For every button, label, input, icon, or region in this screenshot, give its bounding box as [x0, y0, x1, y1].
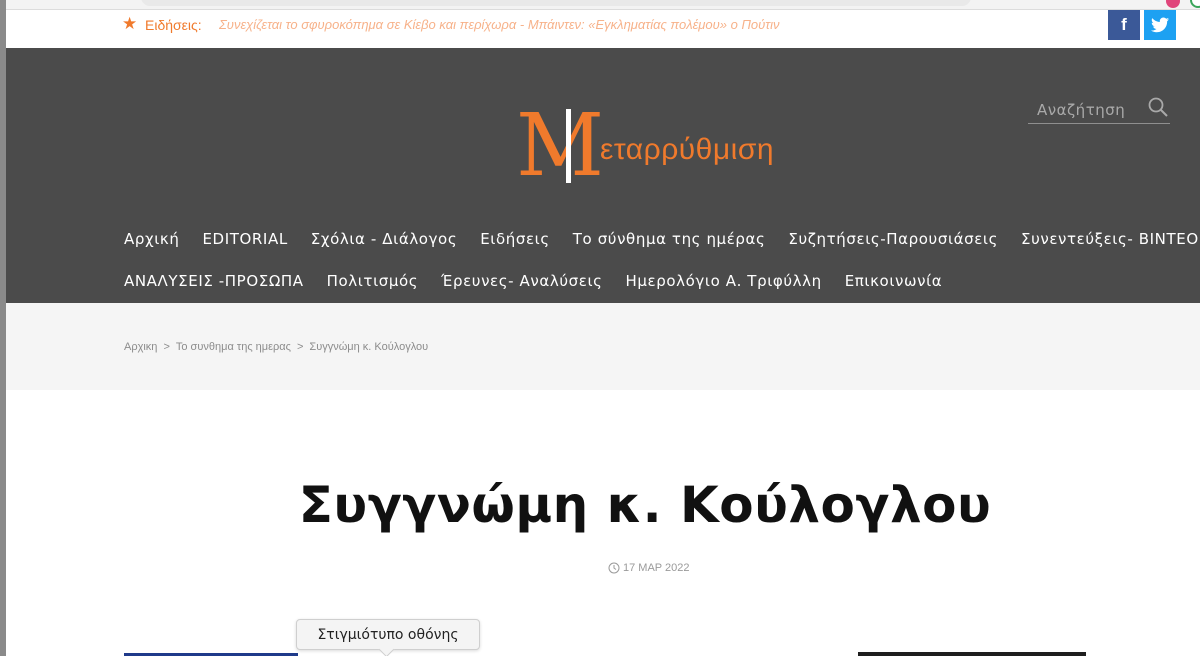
nav-item-culture[interactable]: Πολιτισμός — [327, 272, 419, 290]
search-icon[interactable] — [1148, 97, 1168, 117]
extension-icon[interactable] — [1190, 0, 1200, 8]
breadcrumb-current: Συγγνώμη κ. Κούλογλου — [309, 341, 429, 353]
search-box[interactable]: Αναζήτηση — [1028, 94, 1170, 124]
nav-item-diary[interactable]: Ημερολόγιο Α. Τριφύλλη — [626, 272, 822, 290]
profile-avatar-icon[interactable] — [1166, 0, 1180, 8]
nav-item-comments[interactable]: Σχόλια - Διάλογος — [311, 230, 457, 248]
nav-row-2: ΑΝΑΛΥΣΕΙΣ -ΠΡΟΣΩΠΑ Πολιτισμός Έρευνες- Α… — [124, 260, 1184, 302]
nav-item-editorial[interactable]: EDITORIAL — [202, 230, 287, 248]
nav-row-1: Αρχική EDITORIAL Σχόλια - Διάλογος Ειδήσ… — [124, 218, 1198, 260]
breadcrumb-home[interactable]: Αρχικη — [124, 341, 157, 353]
nav-item-interviews[interactable]: Συνεντεύξεις- ΒΙΝΤΕΟ — [1021, 230, 1199, 248]
breadcrumb-separator: > — [296, 341, 304, 353]
logo-word: εταρρύθμιση — [600, 133, 775, 166]
site-logo[interactable]: M εταρρύθμιση — [516, 103, 786, 193]
nav-item-news[interactable]: Ειδήσεις — [480, 230, 550, 248]
content-block-edge-right — [858, 652, 1086, 656]
breadcrumb: Αρχικη > Το συνθημα της ημερας > Συγγνώμη κ.… — [6, 303, 1200, 390]
article-date-text: 17 ΜΑΡ 2022 — [623, 562, 690, 574]
nav-item-slogan[interactable]: Το σύνθημα της ημέρας — [573, 230, 766, 248]
twitter-icon[interactable] — [1144, 10, 1176, 40]
browser-top-strip — [6, 0, 1200, 10]
ticker-label: Ειδήσεις: — [145, 17, 202, 33]
nav-item-contact[interactable]: Επικοινωνία — [845, 272, 943, 290]
nav-item-research[interactable]: Έρευνες- Αναλύσεις — [441, 272, 602, 290]
site-header: M εταρρύθμιση Αναζήτηση Αρχική EDITORIAL… — [6, 48, 1200, 303]
news-ticker: ★ Ειδήσεις: Συνεχίζεται το σφυροκόπημα σ… — [6, 10, 1200, 48]
ticker-headline[interactable]: Συνεχίζεται το σφυροκόπημα σε Κίεβο και … — [219, 17, 780, 32]
nav-item-analyses-people[interactable]: ΑΝΑΛΥΣΕΙΣ -ΠΡΟΣΩΠΑ — [124, 272, 304, 290]
nav-item-discussions[interactable]: Συζητήσεις-Παρουσιάσεις — [788, 230, 998, 248]
search-placeholder[interactable]: Αναζήτηση — [1037, 101, 1125, 119]
logo-accent — [566, 109, 571, 183]
logo-letter: M — [516, 96, 605, 196]
star-icon: ★ — [122, 14, 138, 34]
main-nav: Αρχική EDITORIAL Σχόλια - Διάλογος Ειδήσ… — [124, 218, 1198, 302]
nav-item-home[interactable]: Αρχική — [124, 230, 179, 248]
breadcrumb-category[interactable]: Το συνθημα της ημερας — [176, 341, 291, 353]
address-bar[interactable] — [141, 0, 971, 6]
breadcrumb-separator: > — [163, 341, 170, 353]
facebook-icon[interactable]: f — [1108, 10, 1140, 40]
article-date: 17 ΜΑΡ 2022 — [608, 562, 689, 574]
article-title: Συγγνώμη κ. Κούλογλου — [298, 476, 992, 534]
clock-icon — [608, 562, 620, 574]
screenshot-tooltip: Στιγμιότυπο οθόνης — [296, 619, 480, 650]
